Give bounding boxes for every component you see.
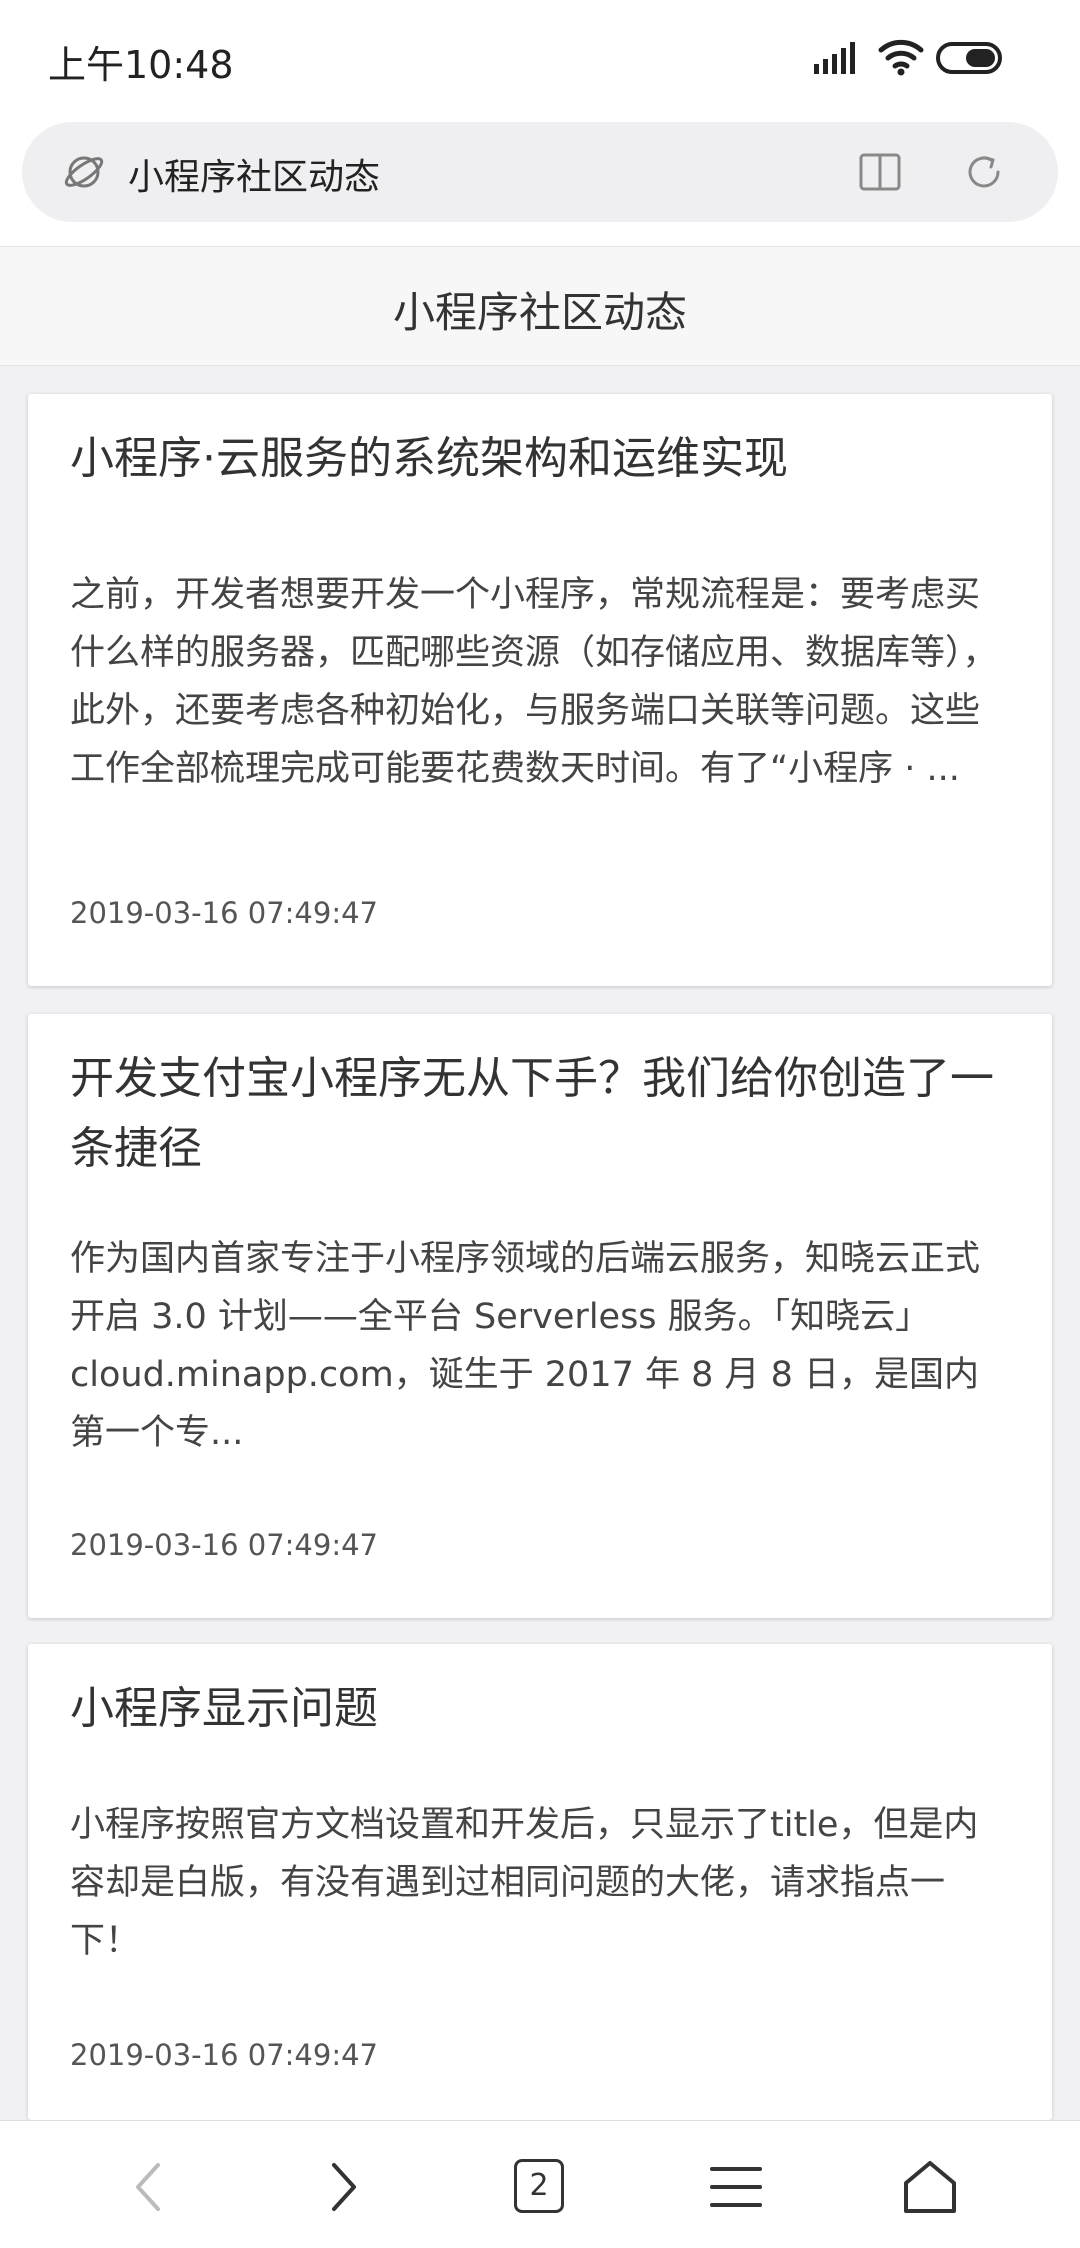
reader-mode-icon[interactable] bbox=[858, 152, 902, 192]
home-button[interactable] bbox=[900, 2157, 960, 2217]
post-card[interactable]: 开发支付宝小程序无从下手？我们给你创造了一条捷径 作为国内首家专注于小程序领域的… bbox=[28, 1014, 1052, 1618]
tab-count-badge: 2 bbox=[514, 2159, 564, 2213]
post-summary: 小程序按照官方文档设置和开发后，只显示了title，但是内容却是白版，有没有遇到… bbox=[70, 1805, 979, 1961]
battery-icon bbox=[936, 42, 1002, 74]
status-time: 上午10:48 bbox=[48, 43, 234, 87]
post-summary: 作为国内首家专注于小程序领域的后端云服务，知晓云正式开启 3.0 计划——全平台… bbox=[70, 1239, 981, 1453]
page-header: 小程序社区动态 bbox=[0, 246, 1080, 366]
post-summary: 之前，开发者想要开发一个小程序，常规流程是：要考虑买什么样的服务器，匹配哪些资源… bbox=[70, 575, 998, 789]
status-icons bbox=[814, 38, 1044, 78]
forward-button[interactable] bbox=[312, 2157, 372, 2217]
menu-icon bbox=[710, 2167, 762, 2207]
post-card[interactable]: 小程序显示问题 小程序按照官方文档设置和开发后，只显示了title，但是内容却是… bbox=[28, 1644, 1052, 2120]
post-title[interactable]: 小程序·云服务的系统架构和运维实现 bbox=[70, 424, 1010, 494]
back-arrow-icon bbox=[136, 2163, 160, 2211]
forward-arrow-icon bbox=[332, 2163, 356, 2211]
post-date: 2019-03-16 07:49:47 bbox=[70, 2038, 378, 2072]
wifi-icon bbox=[878, 39, 924, 76]
post-title[interactable]: 小程序显示问题 bbox=[70, 1674, 1010, 1744]
browser-toolbar: 小程序社区动态 bbox=[0, 120, 1080, 246]
status-bar: 上午10:48 bbox=[0, 0, 1080, 120]
tabs-button[interactable]: 2 bbox=[514, 2159, 574, 2219]
post-title[interactable]: 开发支付宝小程序无从下手？我们给你创造了一条捷径 bbox=[70, 1044, 1010, 1184]
refresh-icon[interactable] bbox=[962, 150, 1006, 194]
post-date: 2019-03-16 07:49:47 bbox=[70, 1528, 378, 1562]
bottom-navigation: 2 bbox=[0, 2120, 1080, 2248]
post-date: 2019-03-16 07:49:47 bbox=[70, 896, 378, 930]
address-bar[interactable]: 小程序社区动态 bbox=[22, 122, 1058, 222]
page-title: 小程序社区动态 bbox=[392, 288, 687, 337]
planet-icon bbox=[64, 156, 104, 188]
signal-icon bbox=[814, 42, 855, 74]
address-text[interactable]: 小程序社区动态 bbox=[128, 148, 380, 200]
home-icon bbox=[904, 2161, 956, 2213]
back-button[interactable] bbox=[120, 2157, 180, 2217]
menu-button[interactable] bbox=[706, 2157, 766, 2217]
post-card[interactable]: 小程序·云服务的系统架构和运维实现 之前，开发者想要开发一个小程序，常规流程是：… bbox=[28, 394, 1052, 986]
